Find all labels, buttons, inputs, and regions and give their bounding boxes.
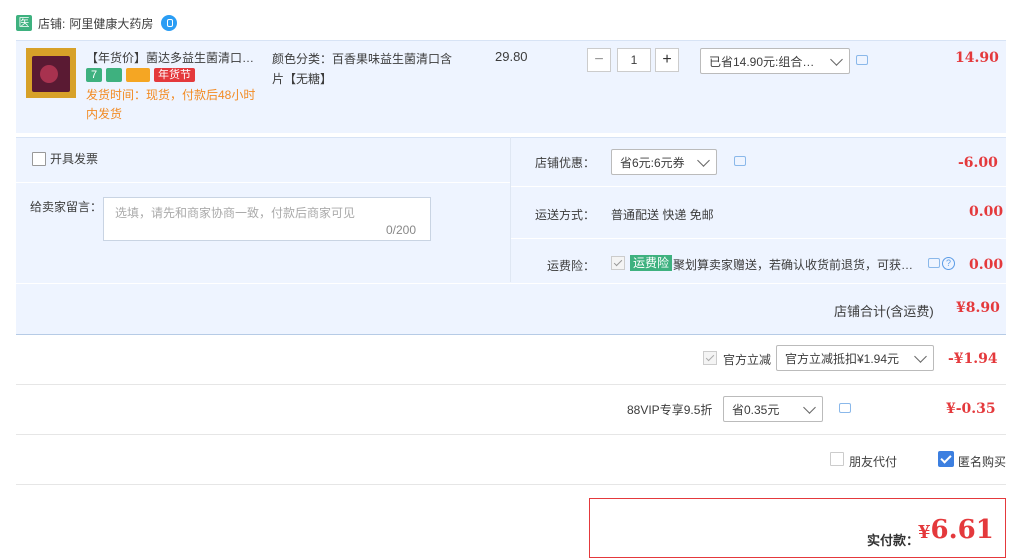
chevron-down-icon: [914, 349, 927, 363]
insurance-label: 运费险：: [547, 259, 596, 273]
chevron-down-icon: [697, 153, 710, 167]
vip-message-icon[interactable]: [839, 403, 851, 413]
quantity-increase-button[interactable]: +: [655, 48, 679, 72]
friend-pay-label: 朋友代付: [849, 455, 898, 469]
shop-coupon-selected: 省6元:6元券: [620, 155, 685, 170]
anonymous-checkbox[interactable]: [938, 451, 954, 467]
payment-amount: ¥6.61: [918, 515, 994, 545]
payment-amount-value: 6.61: [930, 515, 994, 545]
new-year-sale-tag: 年货节: [154, 68, 195, 82]
official-discount-select[interactable]: 官方立减抵扣¥1.94元: [776, 345, 934, 371]
promo-message-icon[interactable]: [856, 55, 868, 65]
divider: [16, 384, 1006, 385]
product-image[interactable]: [26, 48, 76, 98]
divider: [511, 238, 1006, 239]
delivery-fee: 0.00: [969, 204, 1004, 220]
seven-day-return-icon: 7: [86, 68, 102, 82]
official-discount-selected: 官方立减抵扣¥1.94元: [785, 351, 900, 366]
delivery-label: 运送方式：: [535, 208, 596, 222]
invoice-option[interactable]: 开具发票: [32, 150, 98, 167]
chat-icon[interactable]: [161, 15, 178, 31]
payment-currency: ¥: [918, 522, 931, 543]
delivery-method: 普通配送 快递 免邮: [611, 208, 714, 222]
insurance-description: 聚划算卖家赠送，若确认收货前退货，可获得运费补偿: [673, 258, 918, 272]
message-char-count: 0/200: [386, 223, 417, 237]
divider: [16, 484, 1006, 485]
shop-header: 医 店铺: 阿里健康大药房: [16, 12, 178, 34]
unit-price: 29.80: [495, 49, 528, 64]
divider: [16, 434, 1006, 435]
message-placeholder: 选填，请先和商家协商一致，付款后商家可见: [115, 206, 356, 220]
chevron-down-icon: [803, 400, 816, 414]
payment-label: 实付款：: [867, 533, 920, 548]
shop-discount-value: -6.00: [958, 155, 998, 171]
shop-name-link[interactable]: 阿里健康大药房: [69, 15, 153, 32]
vip-discount-value: ¥-0.35: [946, 401, 996, 417]
credit-card-icon: [126, 68, 150, 82]
insurance-message-icon[interactable]: [928, 258, 940, 268]
item-title-link[interactable]: 【年货价】菌达多益生菌清口含片【无糖】: [86, 49, 266, 66]
shop-discount-label: 店铺优惠：: [535, 156, 596, 170]
item-promo-selected: 已省14.90元:组合优惠: [709, 54, 826, 69]
pharmacy-badge-icon: 医: [16, 15, 32, 31]
shop-prefix: 店铺:: [38, 16, 66, 31]
chevron-down-icon: [830, 52, 843, 66]
divider: [511, 186, 1006, 187]
insurance-fee: 0.00: [969, 257, 1004, 273]
quantity-decrease-button[interactable]: −: [587, 48, 611, 72]
message-label: 给卖家留言：: [30, 200, 103, 214]
official-discount-checkbox[interactable]: [703, 351, 717, 365]
vip-discount-label: 88VIP专享9.5折: [627, 403, 713, 417]
sku-info: 颜色分类：百香果味益生菌清口含片【无糖】: [272, 52, 453, 86]
quantity-input[interactable]: 1: [617, 48, 651, 72]
item-total-price: 14.90: [955, 50, 999, 66]
item-service-icons: 7 年货节: [86, 68, 195, 82]
vip-discount-select[interactable]: 省0.35元: [723, 396, 823, 422]
shipping-time-note: 发货时间：现货，付款后48小时内发货: [86, 88, 256, 121]
item-promo-select[interactable]: 已省14.90元:组合优惠: [700, 48, 850, 74]
guarantee-icon: [106, 68, 122, 82]
invoice-label: 开具发票: [50, 152, 99, 166]
official-discount-value: -¥1.94: [948, 351, 998, 367]
divider: [510, 137, 511, 282]
coupon-message-icon[interactable]: [734, 156, 746, 166]
official-discount-label: 官方立减: [723, 353, 772, 367]
insurance-checkbox[interactable]: [611, 256, 625, 270]
insurance-badge: 运费险: [630, 255, 673, 271]
anonymous-label: 匿名购买: [958, 455, 1007, 469]
subtotal-label: 店铺合计(含运费): [834, 304, 934, 319]
subtotal-value: ¥8.90: [956, 300, 1000, 316]
vip-discount-selected: 省0.35元: [732, 402, 780, 417]
invoice-checkbox[interactable]: [32, 151, 46, 166]
divider: [16, 182, 510, 183]
friend-pay-checkbox[interactable]: [830, 452, 844, 466]
help-icon[interactable]: ?: [942, 257, 955, 270]
shop-coupon-select[interactable]: 省6元:6元券: [611, 149, 717, 175]
